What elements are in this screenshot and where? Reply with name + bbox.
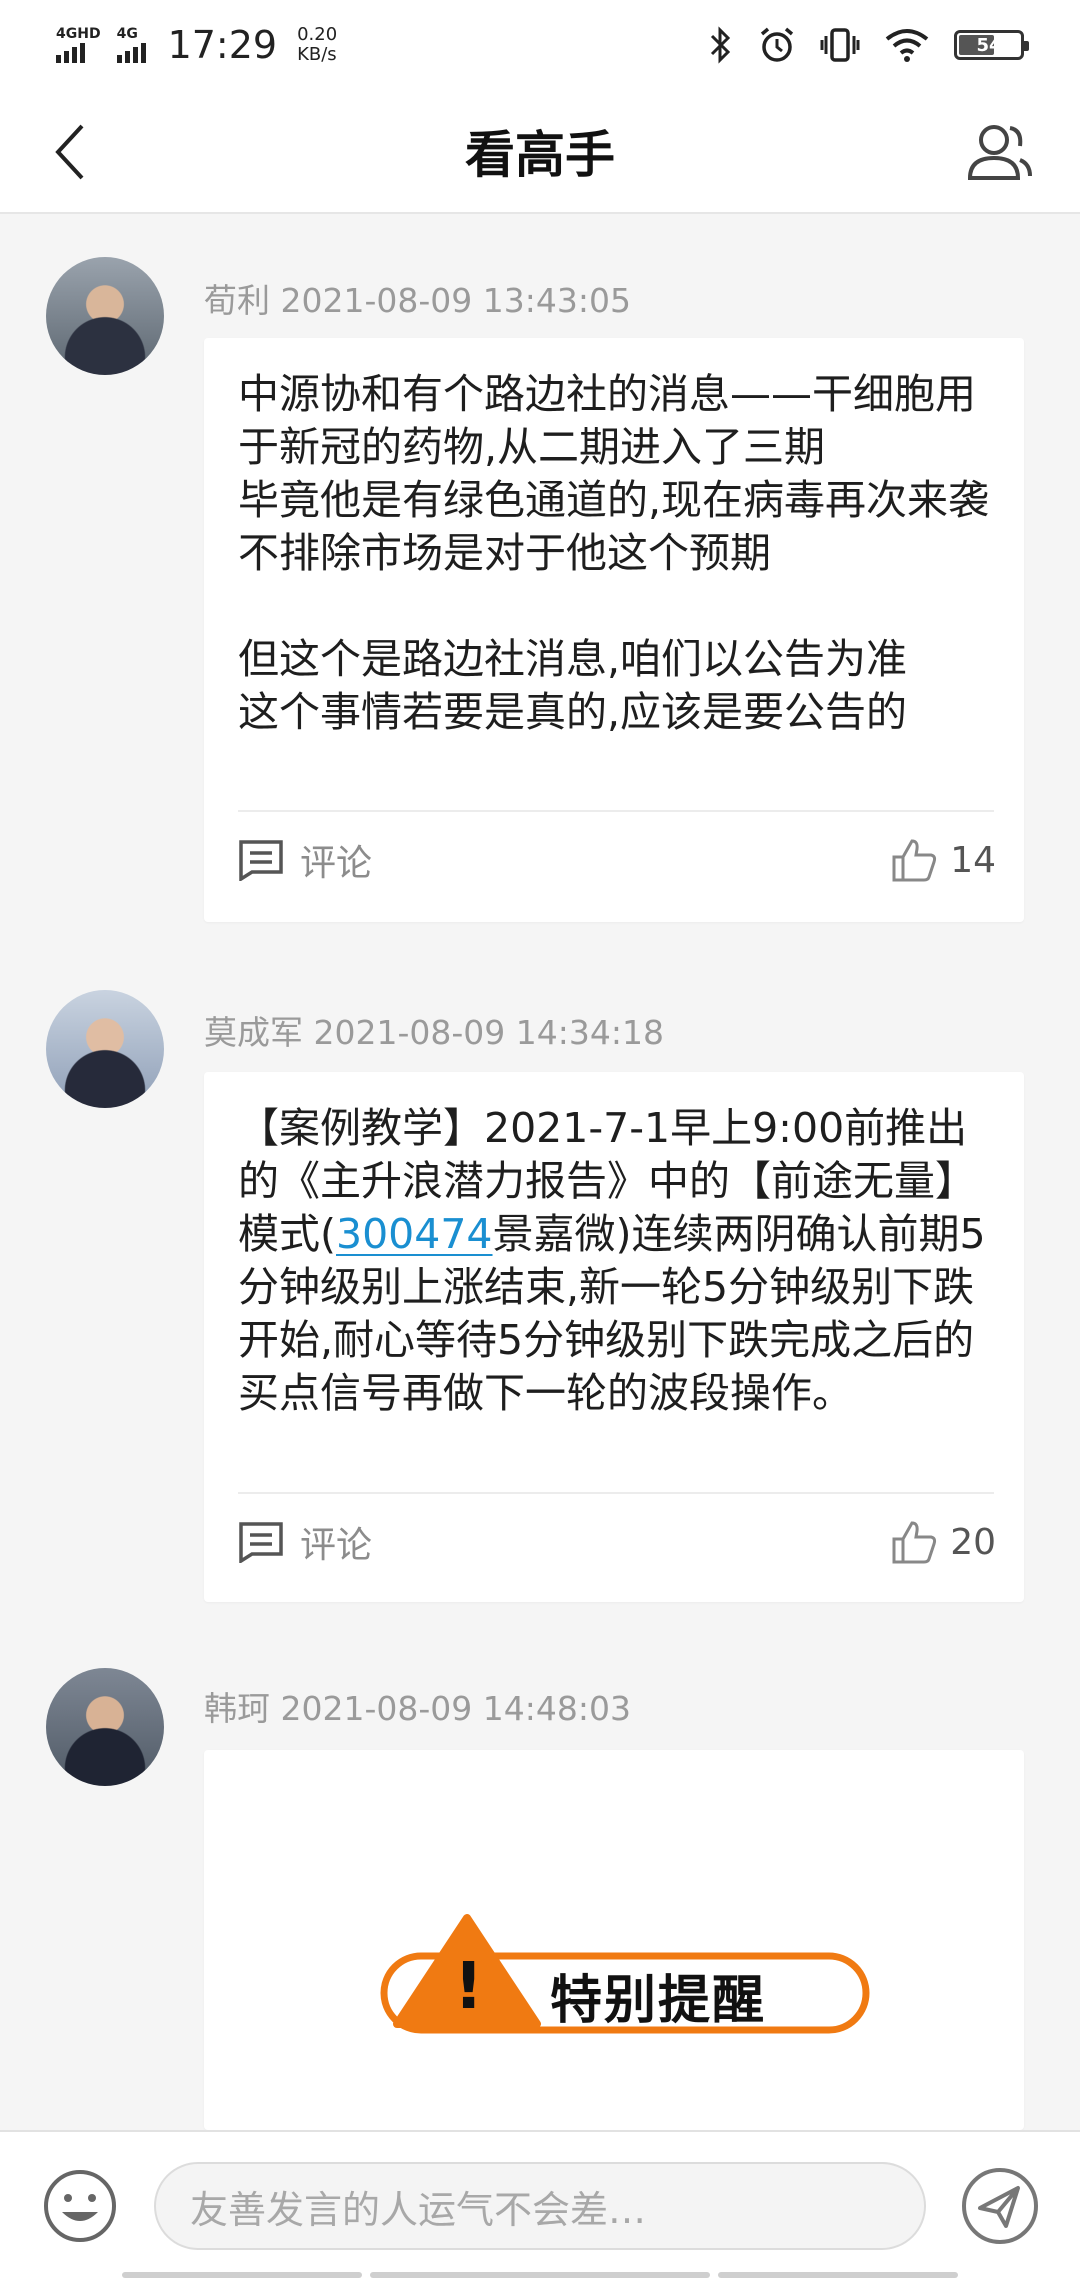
stock-code-link[interactable]: 300474 [336, 1210, 493, 1258]
banner-text: 特别提醒 [550, 1971, 767, 2031]
status-right: 54 [708, 25, 1029, 65]
post-actions: 评论 20 [238, 1512, 996, 1572]
comment-icon [239, 1522, 283, 1563]
message-placeholder: 友善发言的人运气不会差… [190, 2187, 647, 2232]
exclamation-icon: ! [454, 1950, 484, 2024]
comment-label: 评论 [300, 1525, 373, 1566]
divider [238, 810, 994, 812]
emoji-icon[interactable] [42, 2168, 118, 2244]
wifi-icon [885, 29, 929, 62]
home-indicator [0, 2272, 1080, 2280]
thumbs-up-icon [892, 1521, 937, 1564]
like-button[interactable]: 20 [890, 1519, 996, 1565]
thumbs-up-icon [892, 839, 937, 882]
network-speed: 0.20 KB/s [297, 25, 337, 65]
avatar[interactable] [46, 990, 164, 1108]
comment-button[interactable]: 评论 [238, 1516, 372, 1568]
divider [238, 1492, 994, 1494]
post-card: 中源协和有个路边社的消息——干细胞用于新冠的药物,从二期进入了三期 毕竟他是有绿… [204, 338, 1024, 922]
signal-bars-icon [116, 41, 146, 63]
post-card: ! 特别提醒 [204, 1750, 1024, 2130]
bluetooth-icon [710, 26, 731, 64]
signal-1: 4GHD [56, 27, 101, 63]
network-type-1: 4GHD [56, 26, 101, 42]
users-icon[interactable] [964, 118, 1036, 186]
author-name: 韩珂 [204, 1689, 270, 1728]
post-content: 中源协和有个路边社的消息——干细胞用于新冠的药物,从二期进入了三期 毕竟他是有绿… [238, 370, 990, 736]
comment-input-bar: 友善发言的人运气不会差… [0, 2130, 1080, 2280]
post-card: 【案例教学】2021-7-1早上9:00前推出的《主升浪潜力报告》中的【前途无量… [204, 1072, 1024, 1602]
message-input[interactable]: 友善发言的人运气不会差… [154, 2162, 926, 2250]
avatar[interactable] [46, 257, 164, 375]
signal-bars-icon [56, 41, 85, 63]
special-notice-banner[interactable]: ! 特别提醒 [204, 1910, 1024, 2060]
nav-bar: 看高手 [0, 90, 1080, 214]
comment-label: 评论 [300, 843, 373, 884]
post-content: 【案例教学】2021-7-1早上9:00前推出的《主升浪潜力报告》中的【前途无量… [204, 1072, 1024, 1420]
avatar[interactable] [46, 1668, 164, 1786]
signal-2: 4G [116, 26, 146, 63]
post-time: 2021-08-09 14:34:18 [313, 1013, 664, 1052]
battery-icon: 54 [954, 30, 1029, 60]
post-meta: 莫成军 2021-08-09 14:34:18 [204, 1006, 664, 1054]
alarm-icon [760, 27, 794, 62]
author-name: 荀利 [204, 281, 270, 320]
like-count: 20 [950, 1521, 996, 1563]
post-meta: 韩珂 2021-08-09 14:48:03 [204, 1682, 631, 1730]
page-title: 看高手 [465, 126, 615, 184]
status-bar: 4GHD 4G 17:29 0.20 KB/s 54 [0, 0, 1080, 90]
vibrate-icon [820, 28, 860, 62]
chevron-left-icon[interactable] [40, 120, 104, 184]
comment-button[interactable]: 评论 [238, 834, 372, 886]
author-name: 莫成军 [204, 1013, 303, 1052]
like-count: 14 [950, 839, 996, 881]
like-button[interactable]: 14 [890, 837, 996, 883]
battery-level: 54 [976, 34, 1002, 56]
status-left: 4GHD 4G 17:29 0.20 KB/s [56, 23, 337, 67]
send-icon[interactable] [960, 2166, 1040, 2246]
post-time: 2021-08-09 14:48:03 [280, 1689, 631, 1728]
post-time: 2021-08-09 13:43:05 [280, 281, 631, 320]
network-type-2: 4G [116, 26, 138, 42]
speed-unit: KB/s [297, 44, 337, 65]
clock: 17:29 [167, 23, 278, 67]
post-actions: 评论 14 [238, 830, 996, 890]
speed-value: 0.20 [297, 24, 338, 45]
post-meta: 荀利 2021-08-09 13:43:05 [204, 274, 631, 322]
comment-icon [239, 840, 283, 881]
screen: 4GHD 4G 17:29 0.20 KB/s 54 看高手 荀利 2021-0… [0, 0, 1080, 2280]
